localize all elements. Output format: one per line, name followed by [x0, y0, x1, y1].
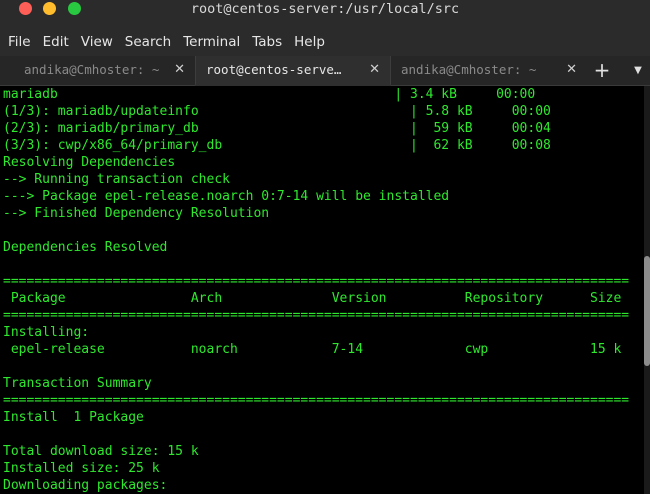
terminal-line: (2/3): mariadb/primary_db | 59 kB 00:04 [3, 121, 551, 136]
terminal-line: Resolving Dependencies [3, 155, 176, 170]
menu-help[interactable]: Help [290, 30, 333, 54]
tab-label: andika@Cmhoster: ~ [24, 62, 160, 77]
terminal-line: epel-release noarch 7-14 cwp 15 k [3, 342, 622, 357]
tab-bar: andika@Cmhoster: ~ ✕ root@centos-serve… … [0, 56, 650, 86]
terminal-line: --> Finished Dependency Resolution [3, 206, 270, 221]
terminal-line: Total download size: 15 k [3, 444, 199, 459]
terminal-line: ---> Package epel-release.noarch 0:7-14 … [3, 189, 450, 204]
terminal-line: --> Running transaction check [3, 172, 230, 187]
terminal-line: ========================================… [3, 393, 630, 408]
terminal-line: ========================================… [3, 308, 630, 323]
menu-bar: File Edit View Search Terminal Tabs Help [0, 28, 650, 56]
window-title: root@centos-server:/usr/local/src [190, 1, 460, 17]
terminal-line: (1/3): mariadb/updateinfo | 5.8 kB 00:00 [3, 104, 551, 119]
tab-close-icon[interactable]: ✕ [174, 56, 185, 84]
menu-terminal[interactable]: Terminal [179, 30, 248, 54]
terminal-line: Package Arch Version Repository Size [3, 291, 622, 306]
menu-edit[interactable]: Edit [39, 30, 77, 54]
terminal-line: Install 1 Package [3, 410, 144, 425]
terminal-line: Installed size: 25 k [3, 461, 160, 476]
terminal-line: Downloading packages: [3, 478, 168, 493]
menu-view[interactable]: View [77, 30, 121, 54]
tab-label: root@centos-serve… [206, 62, 342, 77]
tab-list-chevron-down-icon[interactable]: ▼ [628, 56, 648, 86]
terminal-line: Transaction Summary [3, 376, 152, 391]
terminal-lines: mariadb | 3.4 kB 00:00 (1/3): mariadb/up… [3, 86, 629, 494]
menu-tabs[interactable]: Tabs [248, 30, 290, 54]
terminal-line: Dependencies Resolved [3, 240, 168, 255]
new-tab-plus-icon[interactable]: + [590, 56, 614, 86]
tab-root-centos[interactable]: root@centos-serve… ✕ [195, 56, 391, 86]
title-bar: root@centos-server:/usr/local/src [0, 0, 650, 28]
scrollbar-thumb[interactable] [644, 256, 650, 366]
terminal-line: Installing: [3, 325, 90, 340]
menu-file[interactable]: File [4, 30, 39, 54]
tab-andika-2[interactable]: andika@Cmhoster: ~ ✕ [391, 56, 587, 86]
terminal-line: ========================================… [3, 274, 630, 289]
tab-close-icon[interactable]: ✕ [369, 56, 380, 84]
terminal-line: mariadb | 3.4 kB 00:00 [3, 87, 536, 102]
terminal-scrollbar[interactable] [644, 86, 650, 494]
menu-search[interactable]: Search [121, 30, 179, 54]
terminal-output[interactable]: mariadb | 3.4 kB 00:00 (1/3): mariadb/up… [0, 86, 644, 494]
tab-label: andika@Cmhoster: ~ [401, 62, 537, 77]
tab-close-icon[interactable]: ✕ [566, 56, 577, 84]
terminal-line: (3/3): cwp/x86_64/primary_db | 62 kB 00:… [3, 138, 551, 153]
tab-andika-1[interactable]: andika@Cmhoster: ~ ✕ [0, 56, 195, 86]
